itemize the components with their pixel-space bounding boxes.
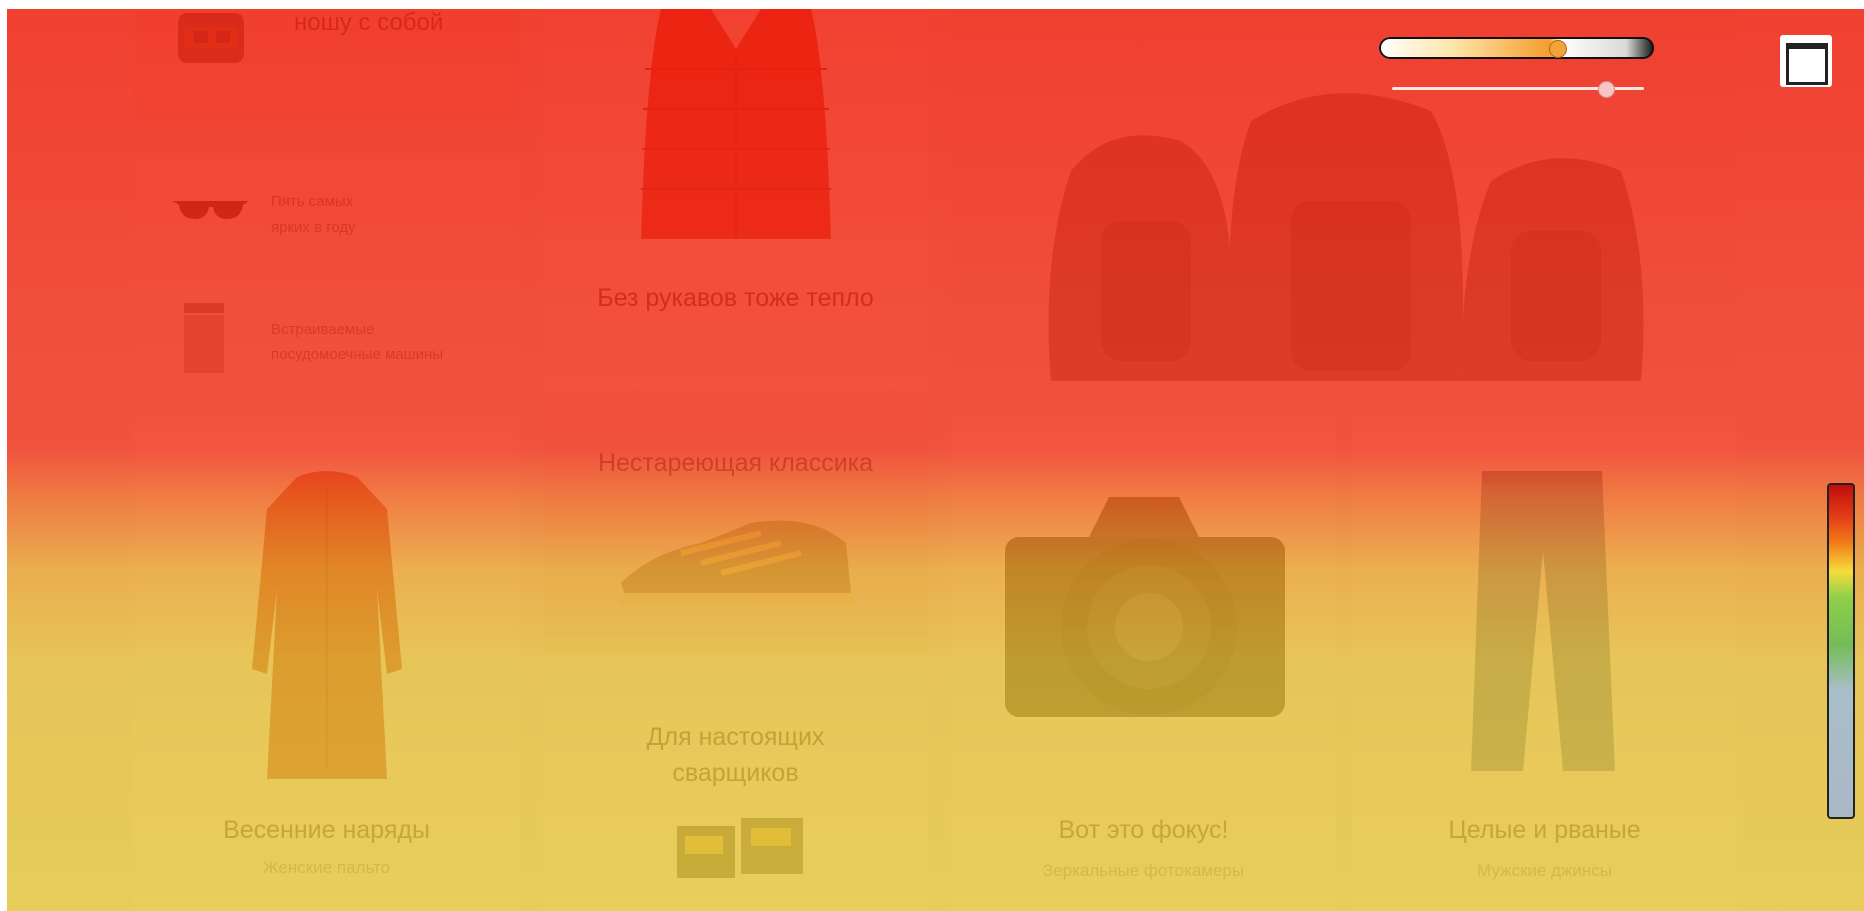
- tile-sneaker[interactable]: Нестареющая классика: [543, 413, 928, 653]
- welder-image: [677, 818, 803, 878]
- opacity-slider-thumb[interactable]: [1549, 40, 1567, 58]
- camera-title: Вот это фокус!: [1058, 816, 1229, 844]
- coat-image: [252, 471, 402, 779]
- tile-backpack[interactable]: ношу с собой: [134, 9, 519, 126]
- sneaker-title: Нестареющая классика: [597, 449, 874, 477]
- sneaker-image: [619, 520, 855, 607]
- welder-title-line1: Для настоящих: [646, 723, 825, 751]
- car-seats-image: [1048, 93, 1644, 381]
- fullscreen-button[interactable]: [1780, 35, 1832, 87]
- heatmap-radius-slider[interactable]: [1392, 81, 1644, 98]
- sunglasses-label-1: Пять самых: [271, 193, 354, 210]
- tile-car-seats[interactable]: [951, 9, 1737, 389]
- backpack-image: [178, 13, 244, 63]
- sunglasses-label-2: ярких в году: [271, 219, 356, 236]
- heatmap-opacity-slider[interactable]: [1379, 37, 1654, 59]
- jeans-image: [1471, 471, 1615, 771]
- page-screenshot: ношу с собой Пять самых ярких в году Вст…: [7, 9, 1864, 911]
- camera-image: [1005, 497, 1285, 717]
- tile-camera[interactable]: Вот это фокус! Зеркальные фотокамеры: [951, 421, 1336, 911]
- coat-title: Весенние наряды: [223, 816, 430, 844]
- camera-subtitle: Зеркальные фотокамеры: [1042, 861, 1245, 880]
- welder-title-line2: сварщиков: [672, 759, 799, 787]
- tile-dishwasher[interactable]: Встраиваемые посудомоечные машины: [134, 279, 519, 379]
- tile-sunglasses[interactable]: Пять самых ярких в году: [134, 159, 519, 249]
- vest-title: Без рукавов тоже тепло: [597, 284, 874, 312]
- backpack-title: ношу с собой: [294, 9, 444, 36]
- coat-subtitle: Женские пальто: [262, 858, 391, 877]
- dishwasher-image: [184, 303, 224, 373]
- tile-vest[interactable]: Без рукавов тоже тепло: [543, 9, 928, 389]
- tile-coat[interactable]: Весенние наряды Женские пальто: [134, 421, 519, 911]
- tile-welder[interactable]: Для настоящих сварщиков: [543, 677, 928, 911]
- radius-slider-thumb[interactable]: [1598, 81, 1615, 98]
- opacity-slider-track[interactable]: [1379, 37, 1654, 59]
- vest-image: [641, 9, 831, 239]
- dishwasher-label-2: посудомоечные машины: [271, 346, 444, 363]
- fullscreen-icon: [1786, 43, 1828, 85]
- sunglasses-image: [173, 201, 249, 219]
- heatmap-legend-bar: [1827, 483, 1855, 819]
- jeans-subtitle: Мужские джинсы: [1477, 861, 1612, 880]
- tile-jeans[interactable]: Целые и рваные Мужские джинсы: [1352, 421, 1737, 911]
- dishwasher-label-1: Встраиваемые: [271, 321, 375, 338]
- jeans-title: Целые и рваные: [1448, 816, 1641, 844]
